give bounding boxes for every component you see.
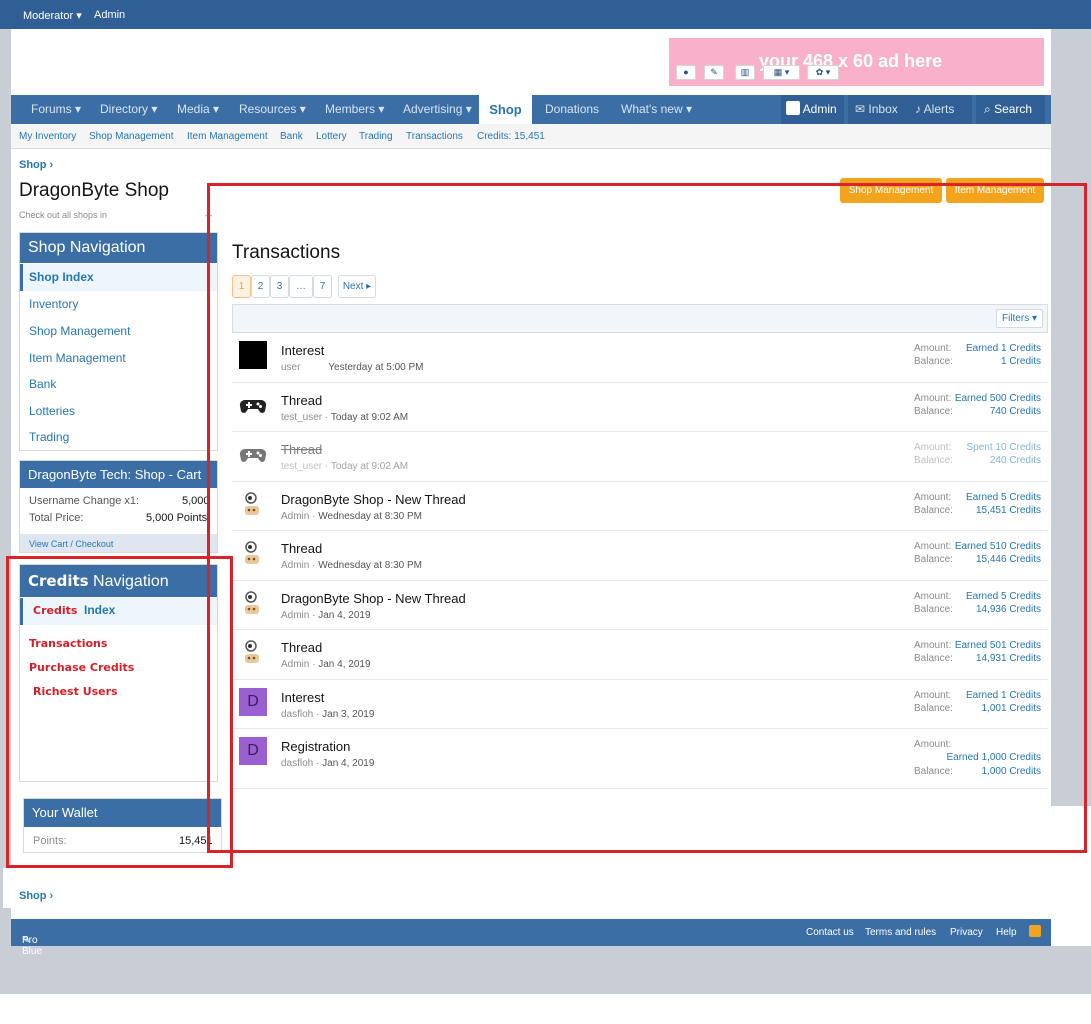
edit-icon[interactable]: ✎ xyxy=(704,65,724,80)
nav-members[interactable]: Members ▾ xyxy=(325,95,384,124)
shop-nav-inventory[interactable]: Inventory xyxy=(29,297,78,311)
page-frame-gap xyxy=(3,868,11,908)
footer-privacy[interactable]: Privacy xyxy=(950,927,983,938)
shop-navigation-block: Shop Navigation Shop Index Inventory Sho… xyxy=(19,232,218,451)
trash-icon[interactable]: ▥ xyxy=(735,65,755,80)
rss-icon[interactable] xyxy=(1029,925,1041,937)
footer-contact[interactable]: Contact us xyxy=(806,927,854,938)
highlight-box-transactions xyxy=(207,183,1087,853)
nav-whats-new[interactable]: What's new ▾ xyxy=(621,95,692,124)
shop-nav-trading[interactable]: Trading xyxy=(29,430,69,444)
view-cart-link[interactable]: View Cart / Checkout xyxy=(29,539,113,549)
footer-terms[interactable]: Terms and rules xyxy=(865,927,936,938)
shop-navigation-title: Shop Navigation xyxy=(20,233,217,263)
cart-title: DragonByte Tech: Shop - Cart xyxy=(20,461,217,488)
cart-block: DragonByte Tech: Shop - Cart Username Ch… xyxy=(19,460,218,553)
gear-icon[interactable]: ✿ ▾ xyxy=(807,65,839,80)
admin-link[interactable]: Admin xyxy=(94,9,125,21)
subnav-my-inventory[interactable]: My Inventory xyxy=(19,131,76,142)
shop-nav-bank[interactable]: Bank xyxy=(29,377,56,391)
shop-nav-item-management[interactable]: Item Management xyxy=(29,351,126,365)
shop-index-selected[interactable]: Shop Index xyxy=(20,264,217,291)
top-bar: Moderator ▾ Admin xyxy=(0,0,1091,29)
subnav-bank[interactable]: Bank xyxy=(280,131,303,142)
subnav-transactions[interactable]: Transactions xyxy=(406,131,463,142)
envelope-icon: ✉ xyxy=(855,102,866,116)
subnav-lottery[interactable]: Lottery xyxy=(316,131,347,142)
breadcrumb[interactable]: Shop › xyxy=(19,159,53,171)
shop-index-label: Shop Index xyxy=(29,270,94,284)
nav-directory[interactable]: Directory ▾ xyxy=(100,95,157,124)
page-frame-bottom xyxy=(0,946,1091,994)
subnav-credits[interactable]: Credits: 15,451 xyxy=(477,131,545,142)
sub-nav: My Inventory Shop Management Item Manage… xyxy=(11,124,1051,149)
bell-icon: ♪ xyxy=(915,102,921,116)
ad-banner[interactable]: your 468 x 60 ad here ● ✎ ▥ ▦ ▾ ✿ ▾ xyxy=(669,38,1044,86)
shop-nav-lotteries[interactable]: Lotteries xyxy=(29,404,75,418)
cart-footer: View Cart / Checkout xyxy=(20,534,217,552)
moderator-menu[interactable]: Moderator ▾ xyxy=(23,9,82,22)
page-subtitle: Check out all shops in xyxy=(19,210,108,220)
cart-total-value: 5,000 Points xyxy=(146,512,208,524)
nav-media[interactable]: Media ▾ xyxy=(177,95,219,124)
style-name: Pro Blue xyxy=(22,935,43,957)
nav-search[interactable]: ⌕ Search xyxy=(976,95,1045,124)
subnav-item-management[interactable]: Item Management xyxy=(187,131,268,142)
nav-shop[interactable]: Shop xyxy=(479,95,532,124)
nav-inbox-label: Inbox xyxy=(868,102,898,116)
cart-total-label: Total Price: xyxy=(29,512,84,524)
nav-alerts[interactable]: ♪ Alerts xyxy=(908,95,972,124)
cart-line-value: 5,000 xyxy=(182,495,210,507)
shop-nav-shop-management[interactable]: Shop Management xyxy=(29,324,130,338)
cart-line-label: Username Change x1: xyxy=(29,495,140,507)
main-nav: Forums ▾ Directory ▾ Media ▾ Resources ▾… xyxy=(11,95,1051,124)
nav-alerts-label: Alerts xyxy=(923,102,955,116)
page-title: DragonByte Shop xyxy=(19,180,169,201)
footer-help[interactable]: Help xyxy=(996,927,1017,938)
nav-donations[interactable]: Donations xyxy=(545,95,599,124)
nav-inbox[interactable]: ✉ Inbox xyxy=(848,95,908,124)
nav-advertising[interactable]: Advertising ▾ xyxy=(403,95,472,124)
search-icon: ⌕ xyxy=(984,102,991,116)
chart-icon[interactable]: ▦ ▾ xyxy=(763,65,800,80)
nav-resources[interactable]: Resources ▾ xyxy=(239,95,306,124)
subnav-trading[interactable]: Trading xyxy=(359,131,393,142)
footer-bar: ✎ Pro Blue Contact us Terms and rules Pr… xyxy=(11,919,1051,957)
nav-admin[interactable]: Admin xyxy=(781,95,844,124)
highlight-box-credits xyxy=(6,556,233,868)
admin-avatar-icon xyxy=(786,101,800,115)
info-icon[interactable]: ● xyxy=(676,65,696,80)
nav-forums[interactable]: Forums ▾ xyxy=(31,95,81,124)
footer-breadcrumb[interactable]: Shop › xyxy=(19,890,53,902)
nav-admin-label: Admin xyxy=(802,102,837,116)
subnav-shop-management[interactable]: Shop Management xyxy=(89,131,174,142)
nav-search-label: Search xyxy=(994,102,1033,116)
